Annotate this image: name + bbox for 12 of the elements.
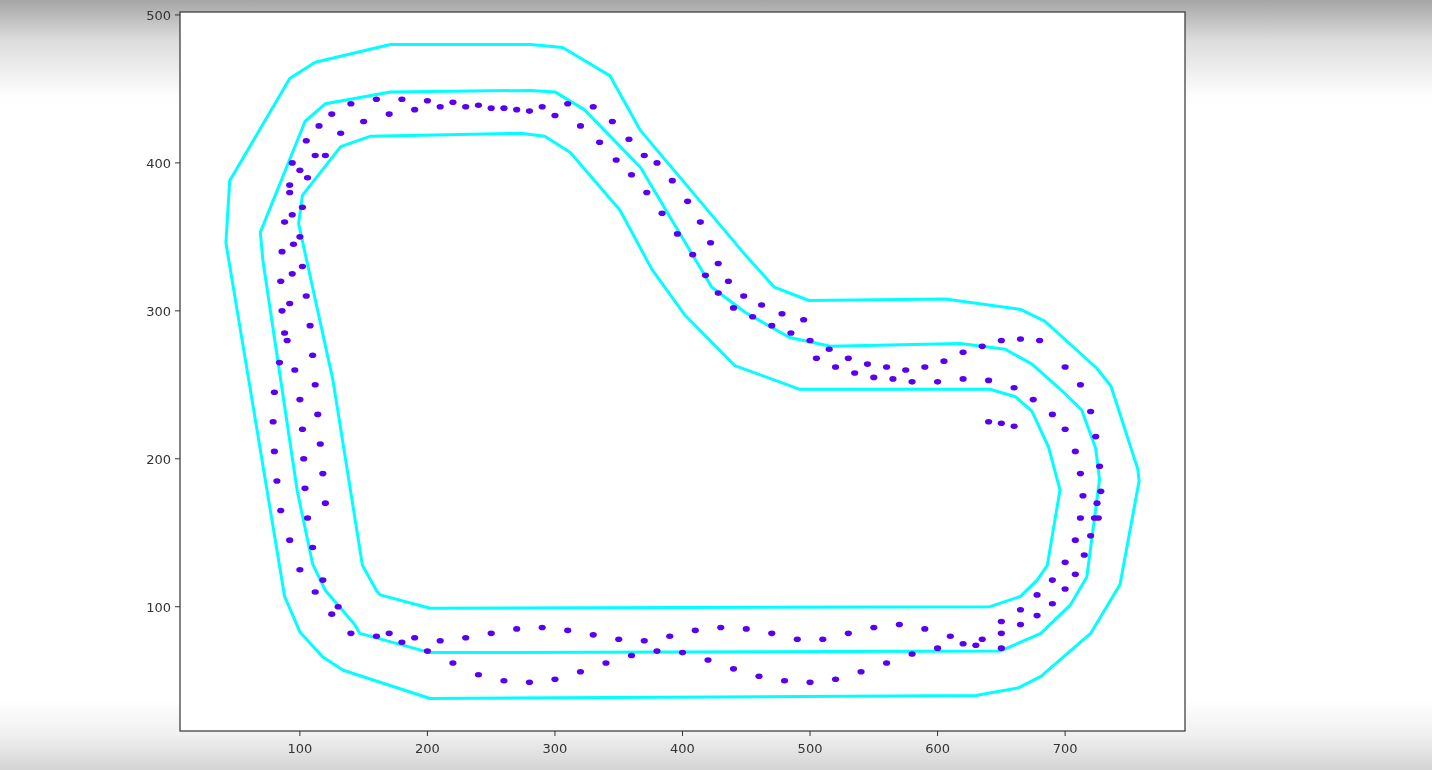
tick-label: 300: [542, 741, 568, 756]
tick-label: 300: [146, 303, 171, 319]
tick-label: 100: [146, 599, 171, 615]
tick-label: 700: [1052, 741, 1078, 756]
tick-label: 200: [415, 741, 440, 756]
tick-label: 500: [797, 741, 823, 756]
tick-label: 400: [146, 155, 171, 171]
tick-label: 400: [670, 741, 695, 756]
tick-label: 200: [146, 451, 171, 467]
tick-label: 500: [146, 7, 171, 23]
tick-label: 600: [925, 741, 950, 756]
tick-label: 100: [287, 741, 313, 756]
